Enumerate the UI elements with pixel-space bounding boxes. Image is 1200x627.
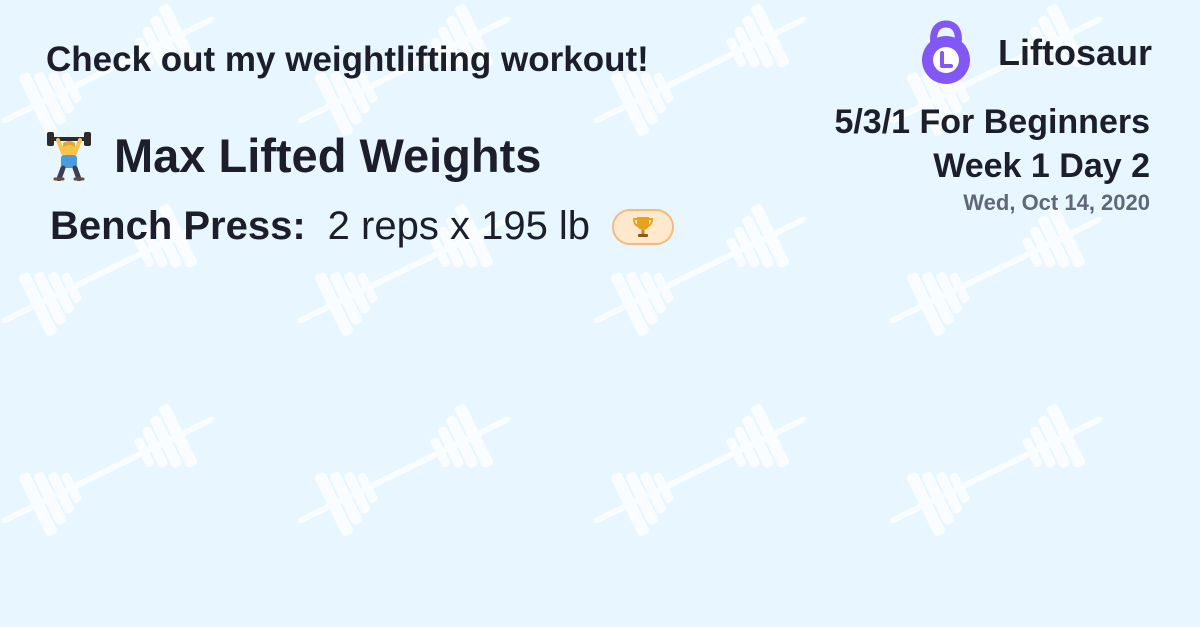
kettlebell-logo-icon [918, 20, 974, 86]
exercise-name: Bench Press: [50, 204, 306, 248]
share-headline: Check out my weightlifting workout! [46, 40, 649, 79]
brand-name: Liftosaur [997, 32, 1152, 73]
program-day: Week 1 Day 2 [933, 147, 1150, 185]
brand: Liftosaur [918, 20, 1152, 86]
program-info: 5/3/1 For Beginners Week 1 Day 2 Wed, Oc… [834, 100, 1150, 216]
record-row: Bench Press: 2 reps x 195 lb [50, 204, 675, 249]
workout-date: Wed, Oct 14, 2020 [963, 190, 1150, 215]
section-title-text: Max Lifted Weights [114, 129, 542, 182]
weightlifter-icon [46, 131, 92, 181]
trophy-icon [633, 216, 654, 237]
record-badge [612, 208, 675, 245]
record-value: 2 reps x 195 lb [327, 204, 591, 248]
section-title: Max Lifted Weights [46, 128, 541, 183]
program-name: 5/3/1 For Beginners [834, 103, 1150, 141]
